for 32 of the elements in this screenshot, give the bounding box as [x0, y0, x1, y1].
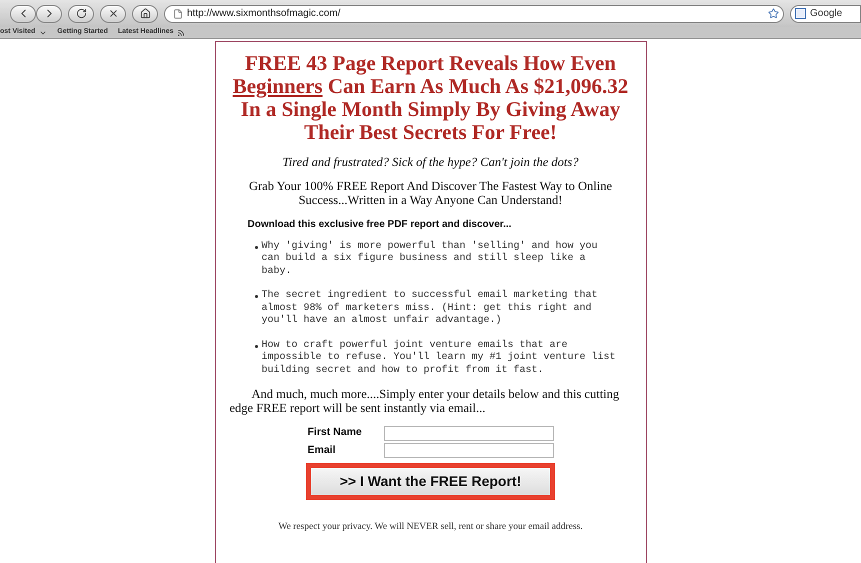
- home-icon: [140, 8, 150, 19]
- reload-button[interactable]: [68, 4, 94, 22]
- benefit-text: Why 'giving' is more powerful than 'selling' and how you can build a six figure business and still sleep like a baby.: [262, 240, 599, 278]
- url-text: http://www.sixmonthsofmagic.com/: [187, 7, 342, 21]
- bullet-icon: [254, 344, 258, 348]
- feed-icon: [177, 28, 186, 36]
- tagline: Tired and frustrated? Sick of the hype? Can't join the dots?: [282, 154, 578, 171]
- page-icon: [173, 8, 183, 18]
- field-label: First Name: [308, 425, 363, 440]
- bullet-icon: [254, 295, 258, 298]
- home-button[interactable]: [132, 4, 158, 22]
- back-button[interactable]: [10, 4, 36, 22]
- stop-icon: [108, 8, 118, 19]
- address-bar[interactable]: http://www.sixmonthsofmagic.com/: [164, 4, 784, 22]
- list-heading: Download this exclusive free PDF report and discover...: [246, 218, 512, 232]
- search-field[interactable]: Google: [790, 4, 861, 22]
- bullet-icon: [254, 246, 258, 249]
- headline: FREE 43 Page Report Reveals How Even Beginners Can Earn As Much As $21,096.32 In a Single Month Simply By Giving Away Their Best Secrets For Free!: [232, 52, 630, 144]
- forward-button[interactable]: [36, 4, 62, 22]
- intro-text: Grab Your 100% FREE Report And Discover The Fastest Way to Online Success...Written in a Way Anyone Can Understand!: [248, 178, 614, 207]
- field-label: Email: [308, 443, 337, 458]
- star-icon: [768, 8, 779, 19]
- reload-icon: [76, 8, 86, 19]
- input-field[interactable]: [384, 443, 554, 458]
- closing-text: And much, much more....Simply enter your details below and this cutting edge FREE report will be sent instantly via email...: [230, 387, 620, 416]
- stop-button[interactable]: [100, 4, 126, 22]
- submit-button[interactable]: >> I Want the FREE Report!: [306, 462, 555, 500]
- privacy-note: We respect your privacy. We will NEVER sell, rent or share your email address.: [278, 520, 583, 534]
- input-field[interactable]: [384, 426, 554, 441]
- benefit-text: The secret ingredient to successful email marketing that almost 98% of marketers miss. (Hint: get this right and you'll have an almost unfair advantage.): [262, 290, 599, 328]
- search-placeholder: Google: [810, 7, 842, 21]
- benefit-text: How to craft powerful joint venture emails that are impossible to refuse. You'll learn my #1 joint venture list building secret and how to profit from it fast.: [262, 340, 617, 378]
